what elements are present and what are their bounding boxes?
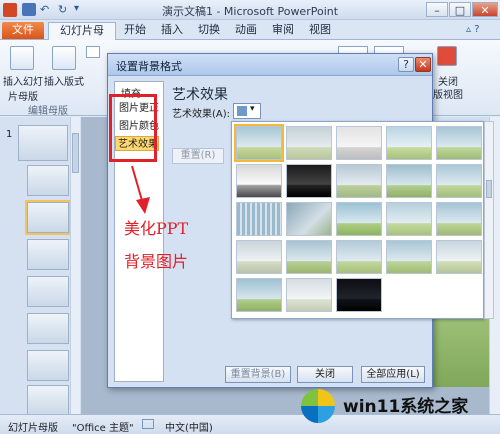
effect-option[interactable] xyxy=(386,126,432,160)
tab-transitions[interactable]: 切换 xyxy=(192,22,226,40)
slide-number: 1 xyxy=(6,129,13,140)
maximize-button[interactable]: □ xyxy=(449,2,471,17)
tab-home[interactable]: 开始 xyxy=(118,22,152,40)
effect-option[interactable] xyxy=(286,202,332,236)
effect-option[interactable] xyxy=(286,164,332,198)
effect-preview-icon xyxy=(237,106,247,116)
dialog-close-icon[interactable]: ✕ xyxy=(415,57,431,72)
slide-thumbnail[interactable] xyxy=(27,385,69,416)
tab-file[interactable]: 文件 xyxy=(2,22,44,39)
effect-option[interactable] xyxy=(236,164,282,198)
dialog-title-bar: 设置背景格式 ? ✕ xyxy=(108,54,432,76)
reset-button[interactable]: 重置(R) xyxy=(172,148,224,164)
slide-thumbnail[interactable] xyxy=(27,239,69,270)
effect-option[interactable] xyxy=(336,278,382,312)
close-master-view-icon[interactable] xyxy=(437,46,457,66)
status-view: 幻灯片母版 xyxy=(8,423,58,434)
reset-background-button[interactable]: 重置背景(B) xyxy=(225,366,291,383)
slide-thumbnail-selected[interactable] xyxy=(25,200,71,235)
insert-slide-master-icon[interactable] xyxy=(10,46,34,70)
effect-option[interactable] xyxy=(436,240,482,274)
artistic-effect-label: 艺术效果(A): xyxy=(172,109,231,120)
annotation-highlight-box xyxy=(109,94,157,162)
slide-thumbnail[interactable] xyxy=(27,276,69,307)
close-window-button[interactable]: ✕ xyxy=(472,2,498,17)
effect-option[interactable] xyxy=(386,240,432,274)
watermark-text: win11系统之家 xyxy=(343,397,469,417)
tab-animations[interactable]: 动画 xyxy=(229,22,263,40)
insert-slide-master-button[interactable]: 插入幻灯 片母版 xyxy=(2,73,44,103)
slide-thumbnail[interactable] xyxy=(27,165,69,196)
close-master-view-label[interactable]: 版视图 xyxy=(433,86,463,101)
proofing-icon[interactable] xyxy=(142,419,154,429)
effect-option[interactable] xyxy=(386,202,432,236)
slide-thumbnail[interactable] xyxy=(27,350,69,381)
section-title: 艺术效果 xyxy=(172,87,228,103)
effect-option[interactable] xyxy=(436,164,482,198)
help-button[interactable]: ? xyxy=(398,57,414,72)
chevron-down-icon: ▾ xyxy=(250,104,255,114)
annotation-line-2: 背景图片 xyxy=(124,252,189,271)
effect-option[interactable] xyxy=(336,202,382,236)
effect-option[interactable] xyxy=(436,202,482,236)
effect-option[interactable] xyxy=(236,240,282,274)
effect-option[interactable] xyxy=(386,164,432,198)
effect-option[interactable] xyxy=(336,126,382,160)
annotation-line-1: 美化PPT xyxy=(124,219,189,238)
insert-layout-icon[interactable] xyxy=(52,46,76,70)
apply-to-all-button[interactable]: 全部应用(L) xyxy=(361,366,425,383)
slide-thumbnail[interactable] xyxy=(27,313,69,344)
effect-option[interactable] xyxy=(236,278,282,312)
status-language: 中文(中国) xyxy=(165,423,213,434)
dialog-title: 设置背景格式 xyxy=(116,60,182,73)
scrollbar-thumb[interactable] xyxy=(486,180,492,198)
watermark-logo-icon xyxy=(301,389,335,423)
close-dialog-button[interactable]: 关闭 xyxy=(297,366,353,383)
effect-option[interactable] xyxy=(286,240,332,274)
scrollbar-thumb[interactable] xyxy=(72,133,79,173)
tab-review[interactable]: 审阅 xyxy=(266,22,300,40)
effect-option[interactable] xyxy=(336,240,382,274)
tab-view[interactable]: 视图 xyxy=(303,22,337,40)
artistic-effect-dropdown[interactable]: ▾ xyxy=(233,103,261,119)
group-edit-master: 编辑母版 xyxy=(28,106,68,117)
window-title: 演示文稿1 - Microsoft PowerPoint xyxy=(161,5,339,18)
ribbon-collapse-icon[interactable]: ▵ ? xyxy=(466,24,480,35)
status-theme: "Office 主题" xyxy=(72,423,134,434)
thumbnail-scrollbar[interactable] xyxy=(70,117,80,414)
tab-insert[interactable]: 插入 xyxy=(155,22,189,40)
effect-option[interactable] xyxy=(286,278,332,312)
delete-icon[interactable] xyxy=(86,46,100,58)
effect-option[interactable] xyxy=(436,126,482,160)
annotation-arrow-icon xyxy=(131,165,150,214)
effect-option[interactable] xyxy=(236,202,282,236)
title-bar: ↶ ↻ ▾ 演示文稿1 - Microsoft PowerPoint – □ ✕ xyxy=(0,0,500,20)
gallery-scrollbar[interactable] xyxy=(484,121,494,319)
effect-option[interactable] xyxy=(336,164,382,198)
slide-thumbnail-master[interactable] xyxy=(18,125,68,161)
effect-option[interactable] xyxy=(286,126,332,160)
effect-none[interactable] xyxy=(234,124,284,162)
tab-slide-master[interactable]: 幻灯片母版 xyxy=(48,22,116,53)
minimize-button[interactable]: – xyxy=(426,2,448,17)
artistic-effects-gallery xyxy=(231,121,484,319)
insert-layout-button[interactable]: 插入版式 xyxy=(44,73,84,88)
